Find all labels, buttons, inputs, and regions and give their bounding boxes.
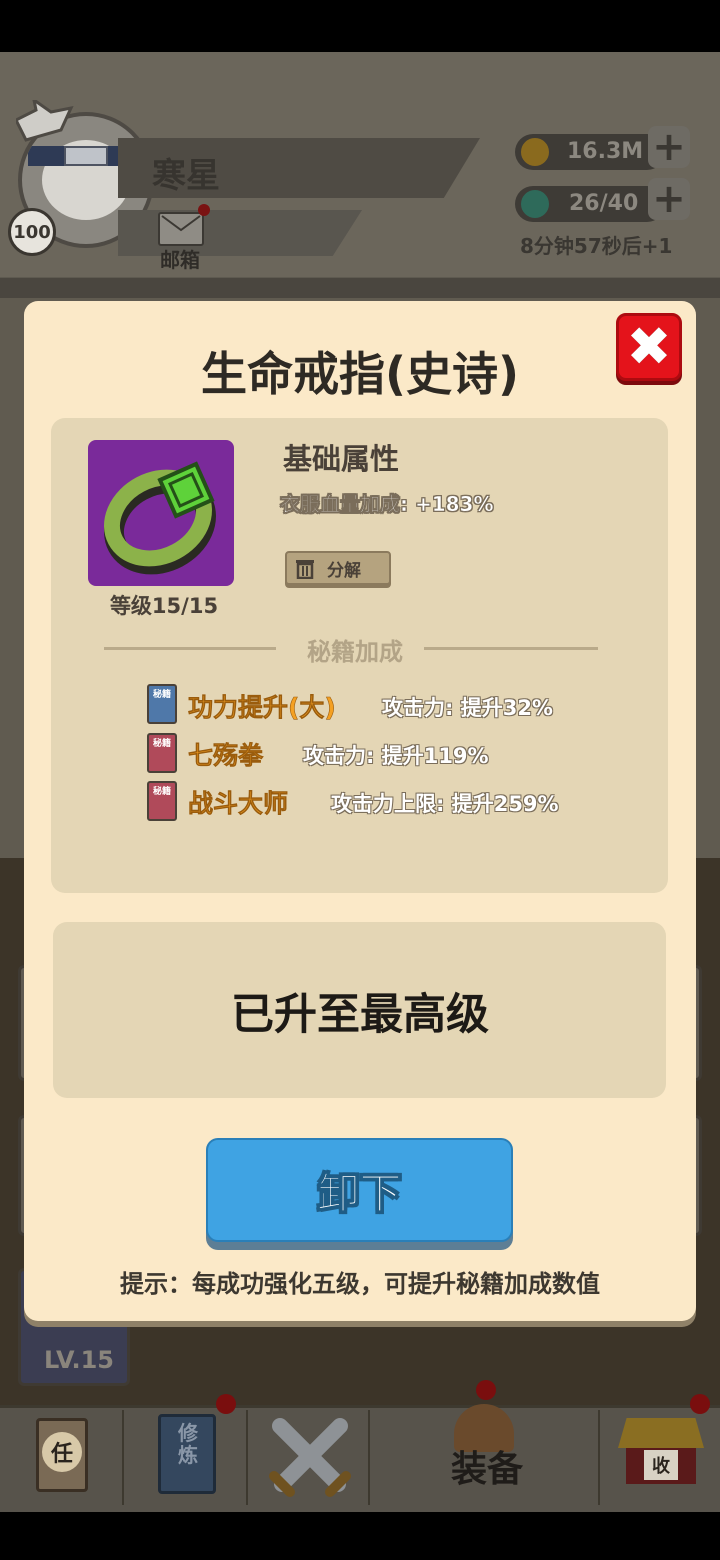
trash-icon <box>296 560 314 579</box>
system-nav-area <box>0 1512 720 1560</box>
hair-spike-icon <box>16 100 74 142</box>
nav-equipment[interactable]: 装备 <box>370 1404 600 1505</box>
skill-name: 战斗大师 <box>188 789 289 819</box>
skill-book-icon: 秘籍 <box>147 733 177 773</box>
secret-bonus-title: 秘籍加成 <box>307 638 403 666</box>
nav-task-label: 任 <box>42 1432 82 1472</box>
mail-icon[interactable] <box>158 212 204 246</box>
energy-amount: 26/40 <box>569 191 639 216</box>
shop-icon <box>618 1418 704 1448</box>
mail-label[interactable]: 邮箱 <box>160 244 200 273</box>
nav-battle[interactable] <box>248 1410 370 1505</box>
skill-book-icon: 秘籍 <box>147 684 177 724</box>
skill-name: 七殇拳 <box>188 741 264 771</box>
energy-icon <box>519 188 551 220</box>
nav-equipment-label: 装备 <box>450 1449 523 1490</box>
skill-book-label: 秘籍 <box>152 739 171 749</box>
coin-amount: 16.3M <box>567 139 644 164</box>
nav-shop-label: 收 <box>644 1450 678 1480</box>
nav-shop[interactable]: 收 <box>600 1410 720 1505</box>
nav-training-label: 修炼 <box>178 1421 198 1467</box>
header-divider <box>0 278 720 298</box>
decompose-button[interactable]: 分解 <box>285 551 391 585</box>
mail-strip <box>118 210 362 256</box>
nav-equipment-badge <box>476 1380 496 1400</box>
hint-text: 提示：每成功强化五级，可提升秘籍加成数值 <box>120 1270 600 1298</box>
mail-notification-dot <box>198 204 210 216</box>
skill-effect: 攻击力上限: 提升259% <box>331 792 559 816</box>
add-coins-button[interactable]: + <box>648 126 690 168</box>
crossed-swords-icon <box>269 1418 351 1497</box>
nav-training-badge <box>216 1394 236 1414</box>
dialog-title: 生命戒指(史诗) <box>200 347 520 401</box>
player-name: 寒星 <box>152 156 220 196</box>
base-attribute-value: 衣服血量加成: +183% <box>280 492 494 517</box>
skill-book-label: 秘籍 <box>152 690 171 700</box>
max-level-text: 已升至最高级 <box>231 990 489 1040</box>
add-energy-button[interactable]: + <box>648 178 690 220</box>
nav-task[interactable]: 任 <box>0 1410 124 1505</box>
nav-shop-badge <box>690 1394 710 1414</box>
player-level-badge: 100 <box>8 208 56 256</box>
skill-effect: 攻击力: 提升32% <box>382 696 553 720</box>
base-attribute-title: 基础属性 <box>283 442 400 476</box>
skill-book-icon: 秘籍 <box>147 781 177 821</box>
item-level: 等级15/15 <box>109 594 219 618</box>
equipped-item-level: LV.15 <box>44 1346 114 1374</box>
unequip-label: 卸下 <box>317 1168 402 1218</box>
skill-book-label: 秘籍 <box>152 787 171 797</box>
decompose-label: 分解 <box>327 560 361 581</box>
ring-icon <box>88 440 234 586</box>
unequip-button[interactable]: 卸下 <box>206 1138 513 1242</box>
nav-training[interactable]: 修炼 <box>124 1410 248 1505</box>
energy-timer: 8分钟57秒后+1 <box>520 234 673 258</box>
skill-name: 功力提升(大) <box>188 693 336 723</box>
coin-icon <box>519 136 551 168</box>
skill-effect: 攻击力: 提升119% <box>303 744 489 768</box>
